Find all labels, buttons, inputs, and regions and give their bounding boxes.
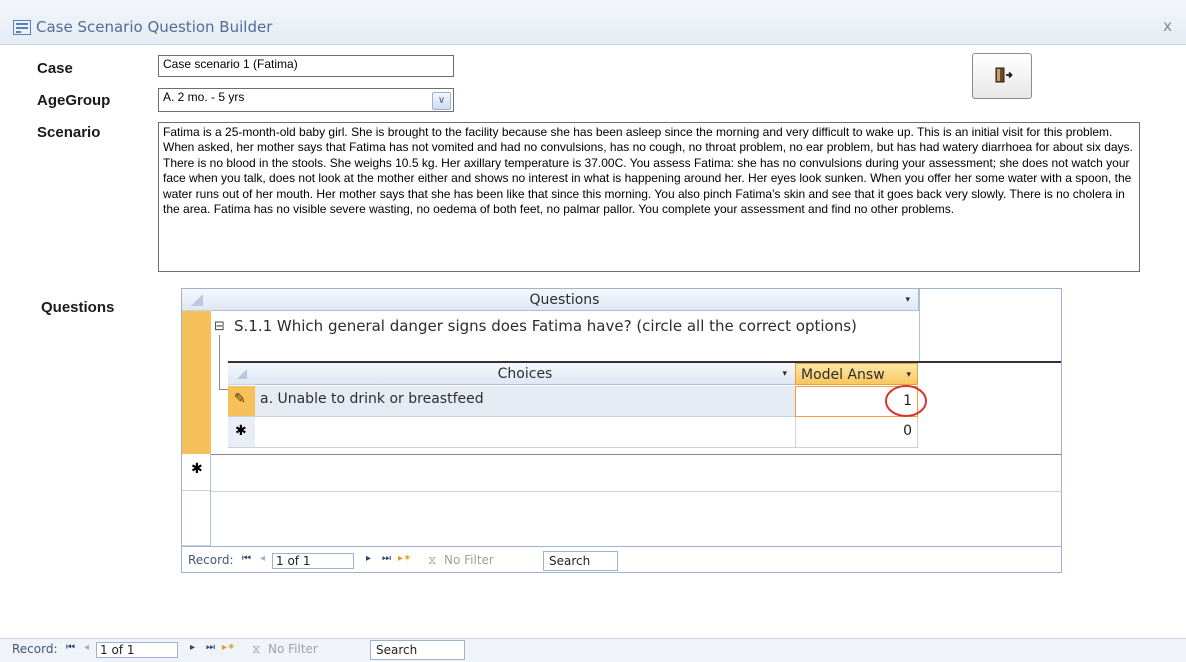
record-label: Record:	[12, 642, 58, 656]
dropdown-arrow-icon[interactable]: ▾	[906, 364, 911, 386]
case-field[interactable]: Case scenario 1 (Fatima)	[158, 55, 454, 77]
exit-door-icon	[995, 67, 1013, 83]
scenario-textbox[interactable]: Fatima is a 25-month-old baby girl. She …	[158, 122, 1140, 272]
questions-header-label: Questions	[529, 292, 600, 308]
default-answer-value: 0	[903, 423, 912, 439]
highlight-circle	[885, 385, 927, 417]
record-position-field[interactable]: 1 of 1	[272, 553, 354, 569]
choice-row[interactable]: a. Unable to drink or breastfeed	[255, 386, 795, 417]
divider	[919, 311, 920, 361]
choices-subdatasheet: Choices ▾ Model Answ ▾ ✎ a. Unable to dr…	[228, 361, 1061, 452]
questions-subform: ✱ Questions ▾ ⊟ S.1.1 Which general dang…	[181, 288, 1062, 573]
scenario-label: Scenario	[37, 124, 101, 141]
current-record-selector[interactable]: ✎	[228, 386, 255, 417]
exit-button[interactable]	[972, 53, 1032, 99]
no-filter-button[interactable]: No Filter	[444, 553, 494, 567]
choices-column-header[interactable]: Choices ▾	[255, 363, 795, 385]
row-divider	[211, 454, 1061, 455]
grid-bottom	[182, 546, 1061, 547]
agegroup-label: AgeGroup	[37, 92, 111, 109]
questions-label: Questions	[41, 299, 115, 316]
new-choice-selector[interactable]: ✱	[228, 417, 255, 448]
corner-triangle-icon	[191, 294, 203, 306]
selector-blank	[182, 491, 211, 546]
record-label: Record:	[188, 553, 234, 567]
no-filter-button[interactable]: No Filter	[268, 642, 318, 656]
agegroup-combo[interactable]: A. 2 mo. - 5 yrs ∨	[158, 88, 454, 112]
last-record-icon[interactable]: ⏭	[382, 553, 391, 564]
search-box[interactable]: Search	[543, 551, 618, 571]
divider	[919, 289, 920, 311]
corner-triangle-icon	[237, 369, 247, 379]
record-position-field[interactable]: 1 of 1	[96, 642, 178, 658]
model-answer-header-label: Model Answ	[801, 367, 885, 383]
main-record-navigator: Record: ⏮ ◂ 1 of 1 ▸ ⏭ ▸✶ ⧖ No Filter Se…	[10, 640, 480, 660]
row-divider	[211, 491, 1061, 492]
chevron-down-icon[interactable]: ∨	[432, 92, 451, 110]
case-label: Case	[37, 60, 73, 77]
prev-record-icon[interactable]: ◂	[84, 642, 89, 653]
new-choice-row[interactable]	[255, 417, 795, 448]
new-record-icon: ✱	[235, 423, 247, 439]
filter-icon: ⧖	[252, 642, 261, 656]
collapse-icon[interactable]: ⊟	[214, 319, 225, 334]
prev-record-icon[interactable]: ◂	[260, 553, 265, 564]
new-model-answer-cell[interactable]: 0	[795, 417, 918, 448]
model-answer-column-header[interactable]: Model Answ ▾	[795, 363, 918, 385]
new-record-nav-icon[interactable]: ▸✶	[398, 553, 411, 564]
dropdown-arrow-icon[interactable]: ▾	[905, 289, 910, 311]
form-icon	[13, 20, 31, 35]
question-text[interactable]: S.1.1 Which general danger signs does Fa…	[234, 317, 857, 335]
next-record-icon[interactable]: ▸	[366, 553, 371, 564]
filter-icon: ⧖	[428, 553, 437, 567]
window-title: Case Scenario Question Builder	[36, 18, 273, 36]
select-all-corner[interactable]	[182, 289, 211, 311]
choices-header-label: Choices	[497, 366, 553, 382]
choices-select-all[interactable]	[228, 363, 255, 385]
next-record-icon[interactable]: ▸	[190, 642, 195, 653]
questions-column-header[interactable]: Questions ▾	[211, 289, 919, 311]
choice-text: a. Unable to drink or breastfeed	[260, 391, 484, 407]
first-record-icon[interactable]: ⏮	[242, 553, 251, 564]
subform-record-navigator: Record: ⏮ ◂ 1 of 1 ▸ ⏭ ▸✶ ⧖ No Filter Se…	[186, 551, 1056, 571]
first-record-icon[interactable]: ⏮	[66, 642, 75, 653]
last-record-icon[interactable]: ⏭	[206, 642, 215, 653]
new-record-nav-icon[interactable]: ▸✶	[222, 642, 235, 653]
dropdown-arrow-icon[interactable]: ▾	[782, 363, 787, 385]
search-box[interactable]: Search	[370, 640, 465, 660]
pencil-edit-icon: ✎	[234, 391, 246, 407]
title-bar: Case Scenario Question Builder x	[0, 0, 1186, 45]
new-record-icon: ✱	[191, 461, 203, 477]
agegroup-value: A. 2 mo. - 5 yrs	[163, 90, 245, 104]
new-record-selector[interactable]: ✱	[182, 454, 211, 491]
close-icon[interactable]: x	[1163, 17, 1172, 35]
